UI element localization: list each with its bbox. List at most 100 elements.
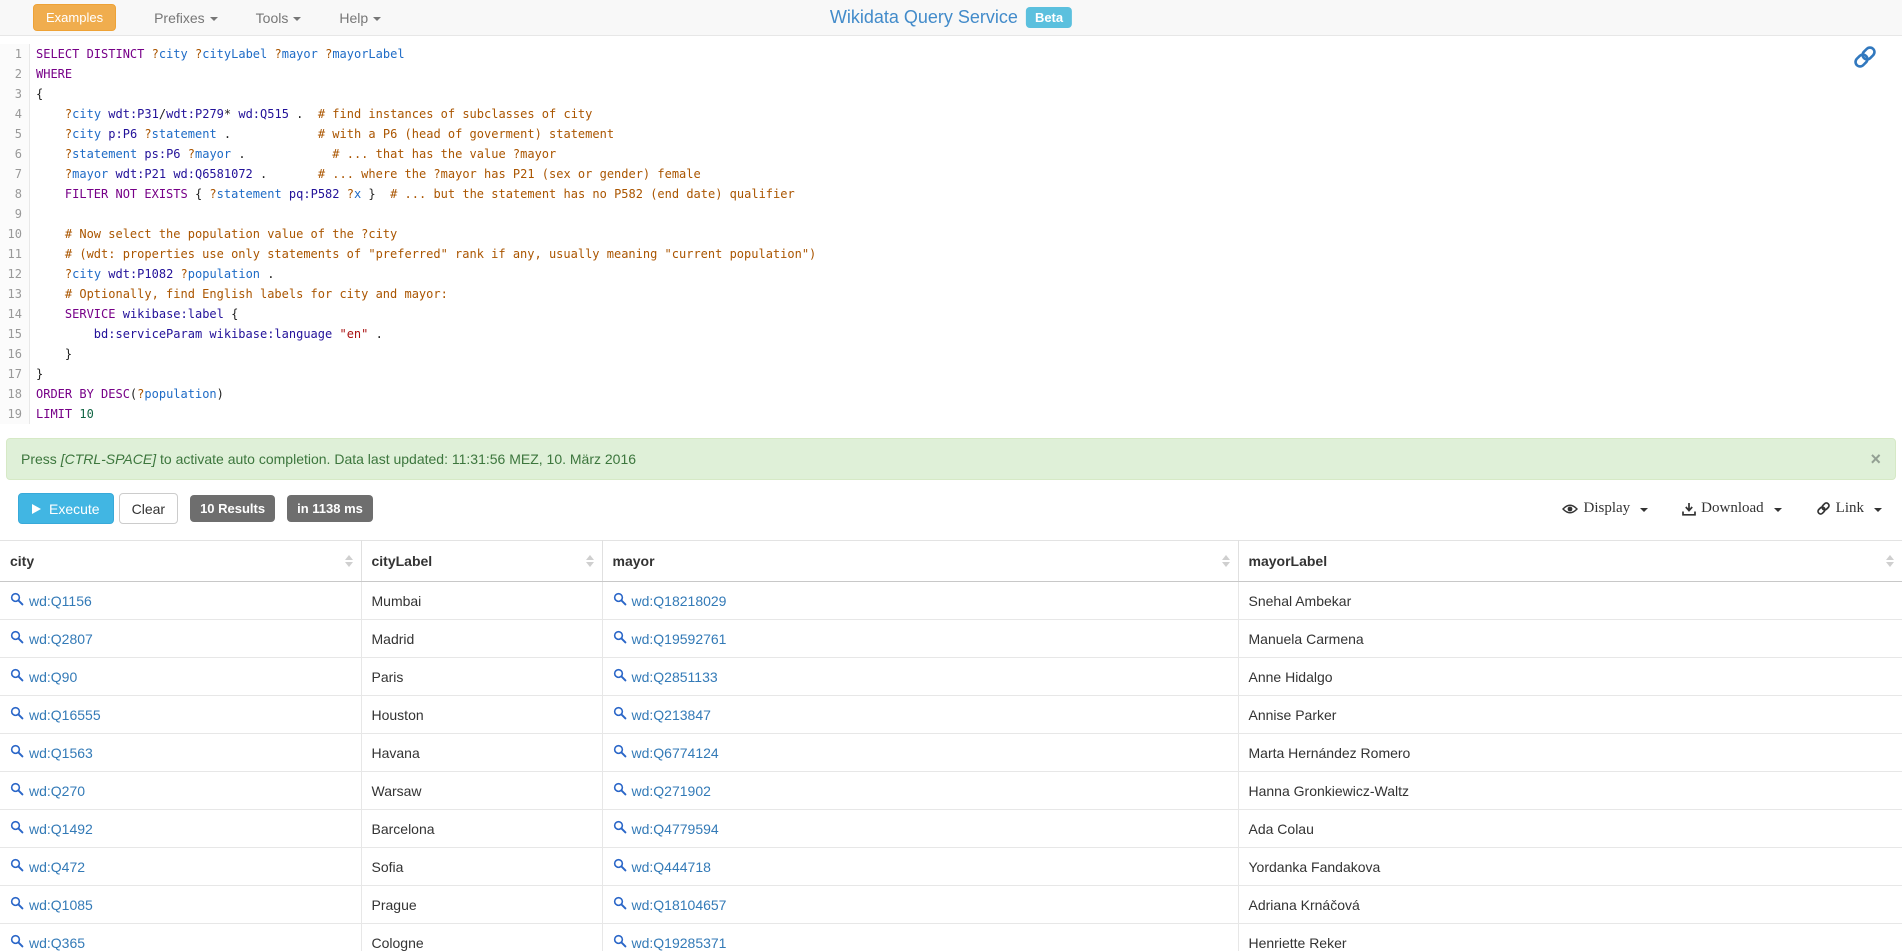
entity-link[interactable]: wd:Q18104657 (632, 897, 727, 913)
code-line: 19LIMIT 10 (0, 404, 1902, 424)
entity-link[interactable]: wd:Q18218029 (632, 593, 727, 609)
cell-mayor: wd:Q444718 (602, 848, 1238, 886)
chevron-down-icon (210, 17, 218, 21)
column-header-cityLabel[interactable]: cityLabel (361, 541, 602, 582)
code-line: 4 ?city wdt:P31/wdt:P279* wd:Q515 . # fi… (0, 104, 1902, 124)
query-editor[interactable]: 1SELECT DISTINCT ?city ?cityLabel ?mayor… (0, 36, 1902, 430)
table-row: wd:Q16555Houstonwd:Q213847Annise Parker (0, 696, 1902, 734)
entity-link[interactable]: wd:Q365 (29, 935, 85, 951)
download-dropdown[interactable]: Download (1682, 500, 1782, 517)
entity-link[interactable]: wd:Q1563 (29, 745, 93, 761)
entity-link[interactable]: wd:Q19285371 (632, 935, 727, 951)
autocomplete-notice: Press [CTRL-SPACE] to activate auto comp… (6, 438, 1896, 480)
entity-link[interactable]: wd:Q270 (29, 783, 85, 799)
cell-city: wd:Q90 (0, 658, 361, 696)
display-label: Display (1583, 500, 1630, 517)
line-number: 19 (0, 404, 30, 424)
brand: Wikidata Query Service Beta (830, 7, 1072, 28)
cell-cityLabel: Sofia (361, 848, 602, 886)
search-icon (613, 744, 627, 761)
cell-city: wd:Q1563 (0, 734, 361, 772)
search-icon (10, 896, 24, 913)
cell-mayorLabel: Manuela Carmena (1238, 620, 1902, 658)
entity-link[interactable]: wd:Q472 (29, 859, 85, 875)
code-line: 11 # (wdt: properties use only statement… (0, 244, 1902, 264)
entity-link[interactable]: wd:Q19592761 (632, 631, 727, 647)
menu-prefixes-label: Prefixes (154, 10, 205, 26)
table-row: wd:Q365 Cologne wd:Q19285371 Henriette Reke… (0, 924, 1902, 951)
cell-mayor: wd:Q213847 (602, 696, 1238, 734)
close-icon[interactable]: × (1870, 450, 1881, 468)
cell-cityLabel: Havana (361, 734, 602, 772)
line-number: 16 (0, 344, 30, 364)
line-number: 6 (0, 144, 30, 164)
line-number: 8 (0, 184, 30, 204)
search-icon (613, 668, 627, 685)
code-line: 8 FILTER NOT EXISTS { ?statement pq:P582… (0, 184, 1902, 204)
menu-help-label: Help (339, 10, 368, 26)
entity-link[interactable]: wd:Q271902 (632, 783, 711, 799)
table-row: wd:Q1085Praguewd:Q18104657Adriana Krnáčo… (0, 886, 1902, 924)
cell-mayor: wd:Q19285371 (602, 924, 1238, 951)
cell-mayorLabel: Yordanka Fandakova (1238, 848, 1902, 886)
sort-icon (586, 555, 594, 567)
execute-button[interactable]: Execute (18, 493, 114, 524)
cell-mayorLabel: Henriette Reker (1238, 924, 1902, 951)
menu-prefixes[interactable]: Prefixes (154, 10, 218, 26)
cell-mayorLabel: Snehal Ambekar (1238, 582, 1902, 620)
chevron-down-icon (1640, 508, 1648, 512)
cell-cityLabel: Cologne (361, 924, 602, 951)
link-icon[interactable] (1852, 44, 1878, 75)
code-line: 6 ?statement ps:P6 ?mayor . # ... that h… (0, 144, 1902, 164)
link-label: Link (1836, 500, 1864, 517)
search-icon (10, 744, 24, 761)
search-icon (10, 592, 24, 609)
search-icon (10, 782, 24, 799)
table-row: wd:Q2807Madridwd:Q19592761Manuela Carmen… (0, 620, 1902, 658)
search-icon (10, 668, 24, 685)
cell-cityLabel: Barcelona (361, 810, 602, 848)
cell-mayorLabel: Adriana Krnáčová (1238, 886, 1902, 924)
entity-link[interactable]: wd:Q1156 (29, 593, 92, 609)
code-line: 9 (0, 204, 1902, 224)
entity-link[interactable]: wd:Q16555 (29, 707, 101, 723)
code-line: 5 ?city p:P6 ?statement . # with a P6 (h… (0, 124, 1902, 144)
code-line: 12 ?city wdt:P1082 ?population . (0, 264, 1902, 284)
entity-link[interactable]: wd:Q444718 (632, 859, 711, 875)
menu-help[interactable]: Help (339, 10, 381, 26)
entity-link[interactable]: wd:Q1492 (29, 821, 93, 837)
entity-link[interactable]: wd:Q2807 (29, 631, 93, 647)
line-number: 7 (0, 164, 30, 184)
code-line: 13 # Optionally, find English labels for… (0, 284, 1902, 304)
column-header-city[interactable]: city (0, 541, 361, 582)
table-row: wd:Q90Pariswd:Q2851133Anne Hidalgo (0, 658, 1902, 696)
code-line: 3{ (0, 84, 1902, 104)
entity-link[interactable]: wd:Q2851133 (632, 669, 718, 685)
entity-link[interactable]: wd:Q213847 (632, 707, 711, 723)
cell-mayor: wd:Q2851133 (602, 658, 1238, 696)
cell-mayorLabel: Marta Hernández Romero (1238, 734, 1902, 772)
entity-link[interactable]: wd:Q1085 (29, 897, 93, 913)
search-icon (613, 782, 627, 799)
column-header-mayor[interactable]: mayor (602, 541, 1238, 582)
line-number: 4 (0, 104, 30, 124)
display-dropdown[interactable]: Display (1562, 500, 1648, 517)
cell-city: wd:Q270 (0, 772, 361, 810)
examples-button[interactable]: Examples (33, 4, 116, 31)
chevron-down-icon (373, 17, 381, 21)
cell-mayor: wd:Q4779594 (602, 810, 1238, 848)
menu-tools-label: Tools (256, 10, 289, 26)
menu-tools[interactable]: Tools (256, 10, 302, 26)
clear-button[interactable]: Clear (119, 493, 178, 524)
entity-link[interactable]: wd:Q90 (29, 669, 77, 685)
chevron-down-icon (293, 17, 301, 21)
search-icon (10, 934, 24, 951)
entity-link[interactable]: wd:Q6774124 (632, 745, 719, 761)
link-dropdown[interactable]: Link (1816, 500, 1882, 517)
column-header-mayorLabel[interactable]: mayorLabel (1238, 541, 1902, 582)
beta-badge: Beta (1026, 7, 1072, 28)
link-icon (1816, 501, 1831, 516)
table-header-row: citycityLabelmayormayorLabel (0, 541, 1902, 582)
table-row: wd:Q270Warsawwd:Q271902Hanna Gronkiewicz… (0, 772, 1902, 810)
entity-link[interactable]: wd:Q4779594 (632, 821, 719, 837)
